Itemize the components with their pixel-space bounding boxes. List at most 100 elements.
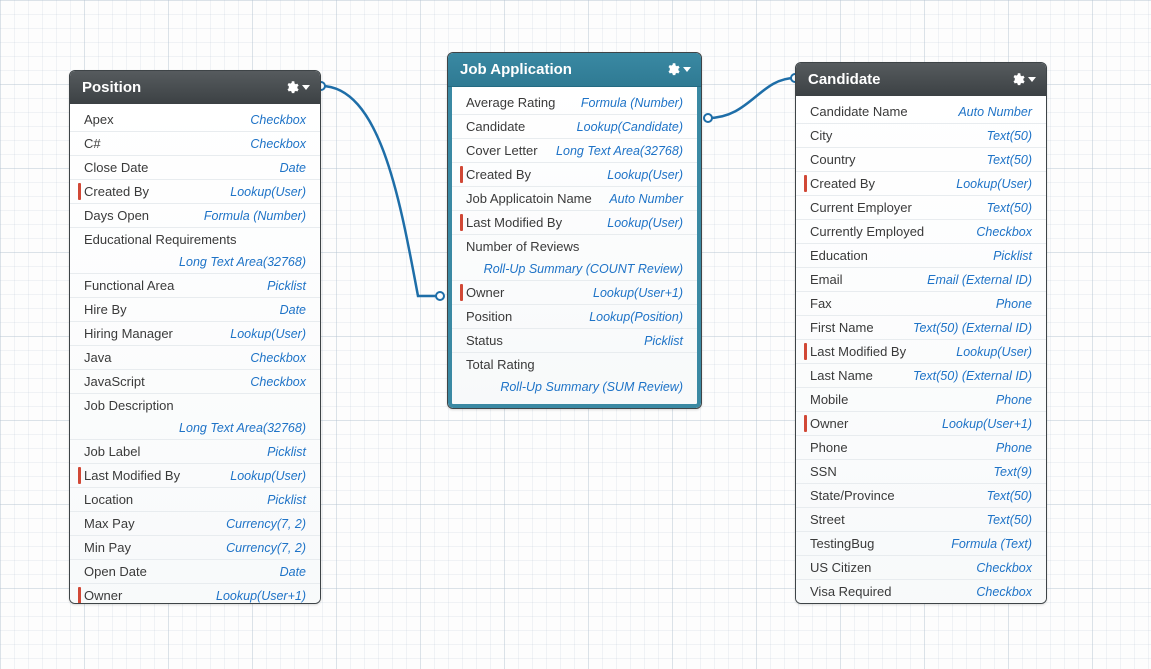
- field-row[interactable]: OwnerLookup(User+1): [70, 584, 320, 604]
- field-row[interactable]: Status Picklist: [452, 329, 697, 353]
- field-row[interactable]: TestingBugFormula (Text): [796, 532, 1046, 556]
- field-row[interactable]: ApexCheckbox: [70, 108, 320, 132]
- field-name: Owner: [466, 285, 504, 300]
- field-name: Last Name: [810, 368, 873, 383]
- field-type: Lookup(User): [230, 327, 306, 341]
- entity-candidate-header[interactable]: Candidate: [796, 63, 1046, 96]
- field-row[interactable]: Current Employer Text(50): [796, 196, 1046, 220]
- field-row[interactable]: Candidate NameAuto Number: [796, 100, 1046, 124]
- field-row[interactable]: Educational RequirementsLong Text Area(3…: [70, 228, 320, 274]
- field-name: Hiring Manager: [84, 326, 173, 341]
- entity-job-application-menu-button[interactable]: [665, 62, 691, 77]
- field-type: Picklist: [267, 445, 306, 459]
- field-row[interactable]: Close DateDate: [70, 156, 320, 180]
- field-row[interactable]: Max PayCurrency(7, 2): [70, 512, 320, 536]
- field-row[interactable]: Created ByLookup(User): [70, 180, 320, 204]
- field-row[interactable]: OwnerLookup(User+1): [796, 412, 1046, 436]
- field-row[interactable]: Last Modified ByLookup(User): [70, 464, 320, 488]
- field-row[interactable]: FaxPhone: [796, 292, 1046, 316]
- field-row[interactable]: US CitizenCheckbox: [796, 556, 1046, 580]
- field-name: SSN: [810, 464, 837, 479]
- field-type: Lookup(User): [956, 177, 1032, 191]
- field-name: Mobile: [810, 392, 848, 407]
- entity-position-body: ApexCheckboxC#CheckboxClose DateDateCrea…: [70, 104, 320, 604]
- field-row[interactable]: Job DescriptionLong Text Area(32768): [70, 394, 320, 440]
- field-name: Position: [466, 309, 512, 324]
- field-row[interactable]: SSN Text(9): [796, 460, 1046, 484]
- field-type: Checkbox: [250, 351, 306, 365]
- field-row[interactable]: StreetText(50): [796, 508, 1046, 532]
- field-row[interactable]: C#Checkbox: [70, 132, 320, 156]
- entity-job-application[interactable]: Job Application Average RatingFormula (N…: [447, 52, 702, 409]
- field-row[interactable]: Last Modified ByLookup(User): [796, 340, 1046, 364]
- field-row[interactable]: JavaScriptCheckbox: [70, 370, 320, 394]
- field-row[interactable]: CountryText(50): [796, 148, 1046, 172]
- field-name: Candidate: [466, 119, 525, 134]
- field-row[interactable]: Functional AreaPicklist: [70, 274, 320, 298]
- field-type: Text(9): [994, 465, 1032, 479]
- entity-position[interactable]: Position ApexCheckboxC#CheckboxClose Dat…: [69, 70, 321, 604]
- field-row[interactable]: PositionLookup(Position): [452, 305, 697, 329]
- field-row[interactable]: Currently EmployedCheckbox: [796, 220, 1046, 244]
- field-name: Close Date: [84, 160, 148, 175]
- field-type: Lookup(User): [607, 216, 683, 230]
- field-name: Open Date: [84, 564, 147, 579]
- entity-job-application-header[interactable]: Job Application: [448, 53, 701, 87]
- field-name: Max Pay: [84, 516, 135, 531]
- field-row[interactable]: Total RatingRoll-Up Summary (SUM Review): [452, 353, 697, 398]
- field-row[interactable]: Job Label Picklist: [70, 440, 320, 464]
- field-type: Long Text Area(32768): [84, 255, 306, 269]
- field-row[interactable]: Last Modified ByLookup(User): [452, 211, 697, 235]
- field-row[interactable]: Open DateDate: [70, 560, 320, 584]
- entity-position-menu-button[interactable]: [284, 80, 310, 95]
- field-row[interactable]: EducationPicklist: [796, 244, 1046, 268]
- field-type: Text(50): [987, 489, 1032, 503]
- entity-candidate[interactable]: Candidate Candidate NameAuto NumberCityT…: [795, 62, 1047, 604]
- field-row[interactable]: JavaCheckbox: [70, 346, 320, 370]
- field-row[interactable]: Hire ByDate: [70, 298, 320, 322]
- field-type: Picklist: [644, 334, 683, 348]
- field-row[interactable]: State/ProvinceText(50): [796, 484, 1046, 508]
- field-type: Lookup(User): [230, 185, 306, 199]
- field-row[interactable]: First NameText(50) (External ID): [796, 316, 1046, 340]
- field-row[interactable]: Min PayCurrency(7, 2): [70, 536, 320, 560]
- field-row[interactable]: MobilePhone: [796, 388, 1046, 412]
- field-type: Text(50): [987, 129, 1032, 143]
- gear-icon: [665, 62, 680, 77]
- field-name: Status: [466, 333, 503, 348]
- field-row[interactable]: Last NameText(50) (External ID): [796, 364, 1046, 388]
- entity-candidate-menu-button[interactable]: [1010, 72, 1036, 87]
- field-type: Checkbox: [250, 137, 306, 151]
- field-type: Lookup(Candidate): [577, 120, 683, 134]
- field-row[interactable]: Average RatingFormula (Number): [452, 91, 697, 115]
- field-type: Picklist: [267, 493, 306, 507]
- field-name: Hire By: [84, 302, 127, 317]
- field-name: Job Applicatoin Name: [466, 191, 592, 206]
- field-row[interactable]: Created ByLookup(User): [796, 172, 1046, 196]
- field-row[interactable]: Job Applicatoin NameAuto Number: [452, 187, 697, 211]
- field-type: Picklist: [993, 249, 1032, 263]
- field-row[interactable]: Created ByLookup(User): [452, 163, 697, 187]
- field-type: Text(50): [987, 201, 1032, 215]
- field-type: Checkbox: [976, 225, 1032, 239]
- entity-position-header[interactable]: Position: [70, 71, 320, 104]
- field-row[interactable]: Visa RequiredCheckbox: [796, 580, 1046, 604]
- field-name: Fax: [810, 296, 832, 311]
- gear-icon: [1010, 72, 1025, 87]
- field-row[interactable]: EmailEmail (External ID): [796, 268, 1046, 292]
- field-row[interactable]: LocationPicklist: [70, 488, 320, 512]
- field-name: Phone: [810, 440, 848, 455]
- field-row[interactable]: Candidate Lookup(Candidate): [452, 115, 697, 139]
- field-type: Lookup(User): [956, 345, 1032, 359]
- field-name: Current Employer: [810, 200, 912, 215]
- field-type: Formula (Number): [204, 209, 306, 223]
- field-row[interactable]: CityText(50): [796, 124, 1046, 148]
- field-row[interactable]: OwnerLookup(User+1): [452, 281, 697, 305]
- field-row[interactable]: Cover LetterLong Text Area(32768): [452, 139, 697, 163]
- field-row[interactable]: PhonePhone: [796, 436, 1046, 460]
- field-row[interactable]: Hiring Manager Lookup(User): [70, 322, 320, 346]
- field-type: Text(50) (External ID): [913, 321, 1032, 335]
- field-row[interactable]: Number of ReviewsRoll-Up Summary (COUNT …: [452, 235, 697, 281]
- field-name: Job Label: [84, 444, 140, 459]
- field-row[interactable]: Days OpenFormula (Number): [70, 204, 320, 228]
